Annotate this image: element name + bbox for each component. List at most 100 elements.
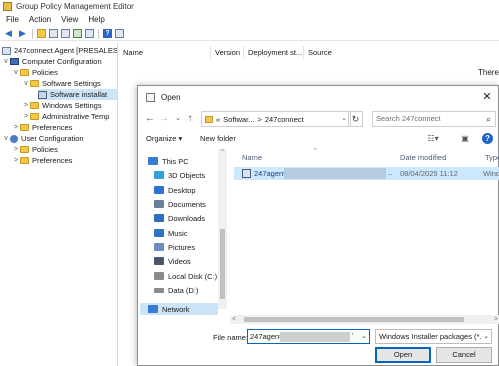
folder-icon [20,146,29,153]
nav-item-label: Pictures [168,242,196,252]
menu-file[interactable]: File [6,15,19,24]
back-arrow-icon[interactable]: ← [144,112,156,126]
back-arrow-icon[interactable]: ◀ [3,28,14,39]
nav-item-desktop[interactable]: Desktop [154,184,196,196]
tree-item-user-policies[interactable]: > Policies [12,144,58,155]
tree-item-user-configuration[interactable]: v User Configuration [2,133,83,144]
redacted-block [280,332,350,342]
refresh-icon[interactable] [73,29,82,38]
export-list-icon[interactable] [85,29,94,38]
tree-item-administrative-templates[interactable]: > Administrative Temp [22,111,109,122]
documents-icon [154,200,164,208]
navigation-pane-scrollbar[interactable]: ^ [218,149,227,309]
empty-list-message: There a [478,68,499,77]
dialog-title-bar: Open [138,86,498,108]
address-bar[interactable]: « Softwar... > 247connect ⌄ [201,111,351,127]
view-icon[interactable] [115,29,124,38]
scroll-right-icon[interactable]: > [494,315,498,324]
chevron-down-icon[interactable]: v [2,135,10,142]
organize-button[interactable]: Organize ▾ [146,134,182,143]
nav-item-label: Data (D:) [168,285,199,295]
gpo-icon [2,46,11,55]
file-type-select[interactable]: Windows Installer packages (*.r ⌄ [375,329,492,344]
file-list-horizontal-scrollbar[interactable]: < > [230,315,499,324]
refresh-icon[interactable]: ↻ [348,111,363,127]
nav-item-this-pc[interactable]: This PC [148,155,189,167]
data-drive-icon [154,287,164,293]
chevron-right-icon[interactable]: > [12,124,20,131]
tree-item-computer-configuration[interactable]: v Computer Configuration [2,56,101,67]
address-segment-247connect[interactable]: 247connect [265,115,304,124]
tree-item-label: Policies [32,68,58,77]
nav-item-documents[interactable]: Documents [154,198,206,210]
column-header-source[interactable]: Source [304,46,364,59]
address-row: ← → ⌄ ↑ « Softwar... > 247connect ⌄ ↻ Se… [138,109,498,129]
preview-pane-icon[interactable]: ▣ [458,133,472,145]
tree-item-gpo[interactable]: 247connect Agent [PRESALES-S [2,45,117,56]
chevron-down-icon[interactable]: v [12,69,20,76]
file-name-input-trail: ' [352,333,354,340]
computer-icon [10,58,19,65]
scroll-left-icon[interactable]: < [232,315,236,324]
scroll-up-icon[interactable]: ^ [218,149,227,155]
nav-item-3d-objects[interactable]: 3D Objects [154,169,205,181]
chevron-down-icon[interactable]: v [22,80,30,87]
column-header-deployment-state[interactable]: Deployment st... [244,46,304,59]
nav-item-data-d[interactable]: Data (D:) [154,284,198,296]
chevron-right-icon[interactable]: > [22,113,30,120]
column-header-name[interactable]: Name [242,153,262,162]
recent-locations-chevron-icon[interactable]: ⌄ [172,112,184,126]
change-view-icon[interactable]: ☷▾ [426,133,440,145]
tree-item-user-preferences[interactable]: > Preferences [12,155,72,166]
nav-item-local-disk-c[interactable]: Local Disk (C:) [154,270,217,282]
address-dropdown-icon[interactable]: ⌄ [341,112,347,126]
folder-icon [20,69,29,76]
address-segment-software[interactable]: Softwar... [223,115,254,124]
forward-arrow-icon[interactable]: → [158,112,170,126]
open-button[interactable]: Open [375,347,431,363]
scrollbar-thumb[interactable] [244,317,464,322]
tree-item-software-settings[interactable]: v Software Settings [22,78,101,89]
folder-up-icon[interactable] [37,29,46,38]
help-icon[interactable]: ? [103,29,112,38]
tree-item-software-installation[interactable]: Software installat [38,89,117,100]
column-header-type[interactable]: Type [485,153,499,162]
search-input[interactable]: Search 247connect ⌕ [372,111,496,127]
column-header-version[interactable]: Version [211,46,244,59]
chevron-right-icon[interactable]: > [12,157,20,164]
close-icon[interactable]: ✕ [480,90,494,104]
nav-item-downloads[interactable]: Downloads [154,212,205,224]
nav-item-network[interactable]: Network [140,303,218,315]
scrollbar-thumb[interactable] [220,229,225,299]
chevron-down-icon[interactable]: v [2,58,10,65]
column-header-name[interactable]: Name [119,46,211,59]
menu-help[interactable]: Help [88,15,104,24]
nav-item-pictures[interactable]: Pictures [154,241,195,253]
this-pc-icon [148,157,158,165]
nav-item-music[interactable]: Music [154,227,188,239]
file-name-input[interactable]: 247agent./ ' ⌄ [247,329,370,344]
tree-item-windows-settings[interactable]: > Windows Settings [22,100,102,111]
column-header-date-modified[interactable]: Date modified [400,153,446,162]
chevron-down-icon[interactable]: ⌄ [481,330,489,343]
cancel-button[interactable]: Cancel [436,347,492,363]
show-hide-tree-icon[interactable] [49,29,58,38]
menu-action[interactable]: Action [29,15,51,24]
chevron-right-icon[interactable]: > [22,102,30,109]
new-folder-button[interactable]: New folder [200,134,236,143]
up-arrow-icon[interactable]: ↑ [184,112,196,126]
forward-arrow-icon[interactable]: ▶ [17,28,28,39]
music-icon [154,229,164,237]
nav-item-videos[interactable]: Videos [154,255,191,267]
tree-item-policies[interactable]: v Policies [12,67,58,78]
chevron-right-icon[interactable]: > [12,146,20,153]
menu-view[interactable]: View [61,15,78,24]
command-bar: Organize ▾ New folder ☷▾ ▣ ? [138,130,498,149]
file-row[interactable]: 247agent. .. 08/04/2025 11:12 Wind [234,167,499,180]
help-icon[interactable]: ? [482,133,493,144]
console-tree: 247connect Agent [PRESALES-S v Computer … [0,43,118,366]
tree-item-preferences[interactable]: > Preferences [12,122,72,133]
address-overflow[interactable]: « [216,115,220,124]
properties-icon[interactable] [61,29,70,38]
chevron-down-icon[interactable]: ⌄ [361,330,367,343]
